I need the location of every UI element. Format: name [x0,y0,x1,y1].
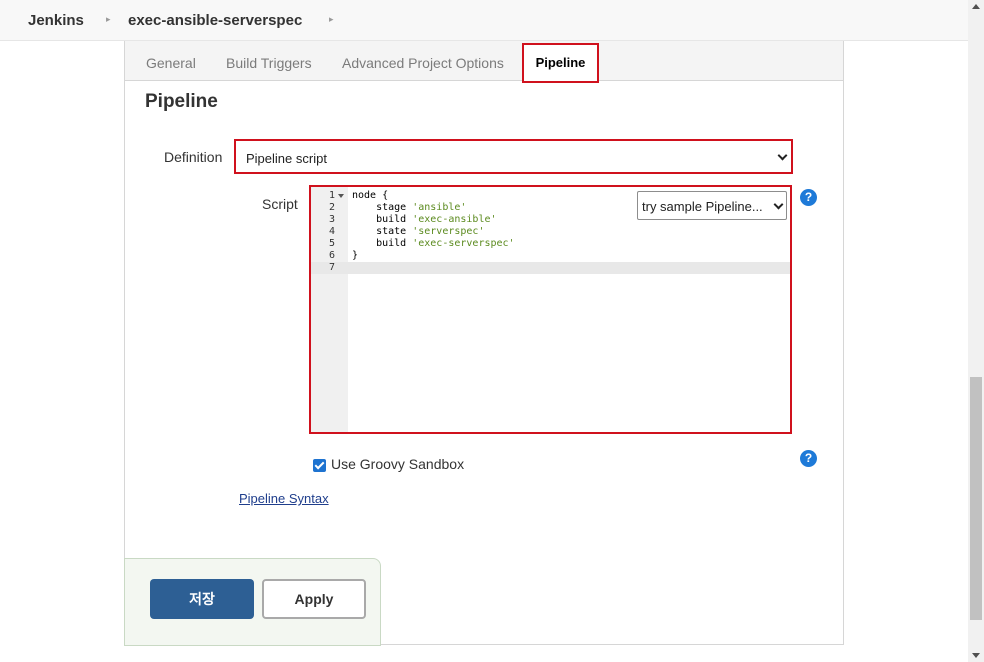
line-number: 4 [328,226,335,237]
page-scrollbar[interactable] [968,0,984,662]
tab-general[interactable]: General [146,55,196,71]
line-number: 2 [328,202,335,213]
breadcrumb-chevron-icon: ▸ [106,14,111,24]
tab-build-triggers[interactable]: Build Triggers [226,55,312,71]
help-icon[interactable]: ? [800,450,817,467]
breadcrumb-jenkins[interactable]: Jenkins [28,12,84,29]
tab-pipeline[interactable]: Pipeline [522,43,599,83]
code-line: stage 'ansible' [352,202,467,213]
active-line-highlight [311,262,790,274]
sample-pipeline-select[interactable]: try sample Pipeline... [637,191,787,220]
scroll-down-arrow-icon[interactable] [972,653,980,658]
line-number: 6 [328,250,335,261]
pipeline-syntax-link[interactable]: Pipeline Syntax [239,491,329,506]
code-line: state 'serverspec' [352,226,485,237]
scroll-thumb[interactable] [970,377,982,620]
code-line: build 'exec-serverspec' [352,238,515,249]
fold-arrow-icon[interactable] [338,194,344,198]
line-number: 3 [328,214,335,225]
tab-advanced-project-options[interactable]: Advanced Project Options [342,55,504,71]
help-icon[interactable]: ? [800,189,817,206]
line-number: 7 [328,262,335,273]
definition-label: Definition [164,149,223,165]
chevron-down-icon [777,150,788,161]
script-editor[interactable]: 1 2 3 4 5 6 7 node { stage 'ansible' bui… [309,185,792,434]
breadcrumb: Jenkins ▸ exec-ansible-serverspec ▸ [0,0,968,41]
config-panel: General Build Triggers Advanced Project … [124,41,844,645]
config-tabs: General Build Triggers Advanced Project … [125,41,843,83]
line-number: 1 [328,190,335,201]
apply-button[interactable]: Apply [262,579,366,619]
scroll-up-arrow-icon[interactable] [972,4,980,9]
line-number: 5 [328,238,335,249]
chevron-down-icon [773,199,784,210]
groovy-sandbox-checkbox[interactable] [313,459,326,472]
code-line: } [352,250,359,261]
definition-select[interactable]: Pipeline script [234,139,793,174]
breadcrumb-job[interactable]: exec-ansible-serverspec [128,12,302,29]
breadcrumb-chevron-icon[interactable]: ▸ [329,14,334,25]
definition-value: Pipeline script [246,151,327,166]
code-line: build 'exec-ansible' [352,214,497,225]
groovy-sandbox-label[interactable]: Use Groovy Sandbox [331,456,464,472]
sample-pipeline-value: try sample Pipeline... [642,199,763,214]
save-button[interactable]: 저장 [150,579,254,619]
script-label: Script [262,196,298,212]
code-line: node { [352,190,389,201]
section-title: Pipeline [145,91,218,112]
